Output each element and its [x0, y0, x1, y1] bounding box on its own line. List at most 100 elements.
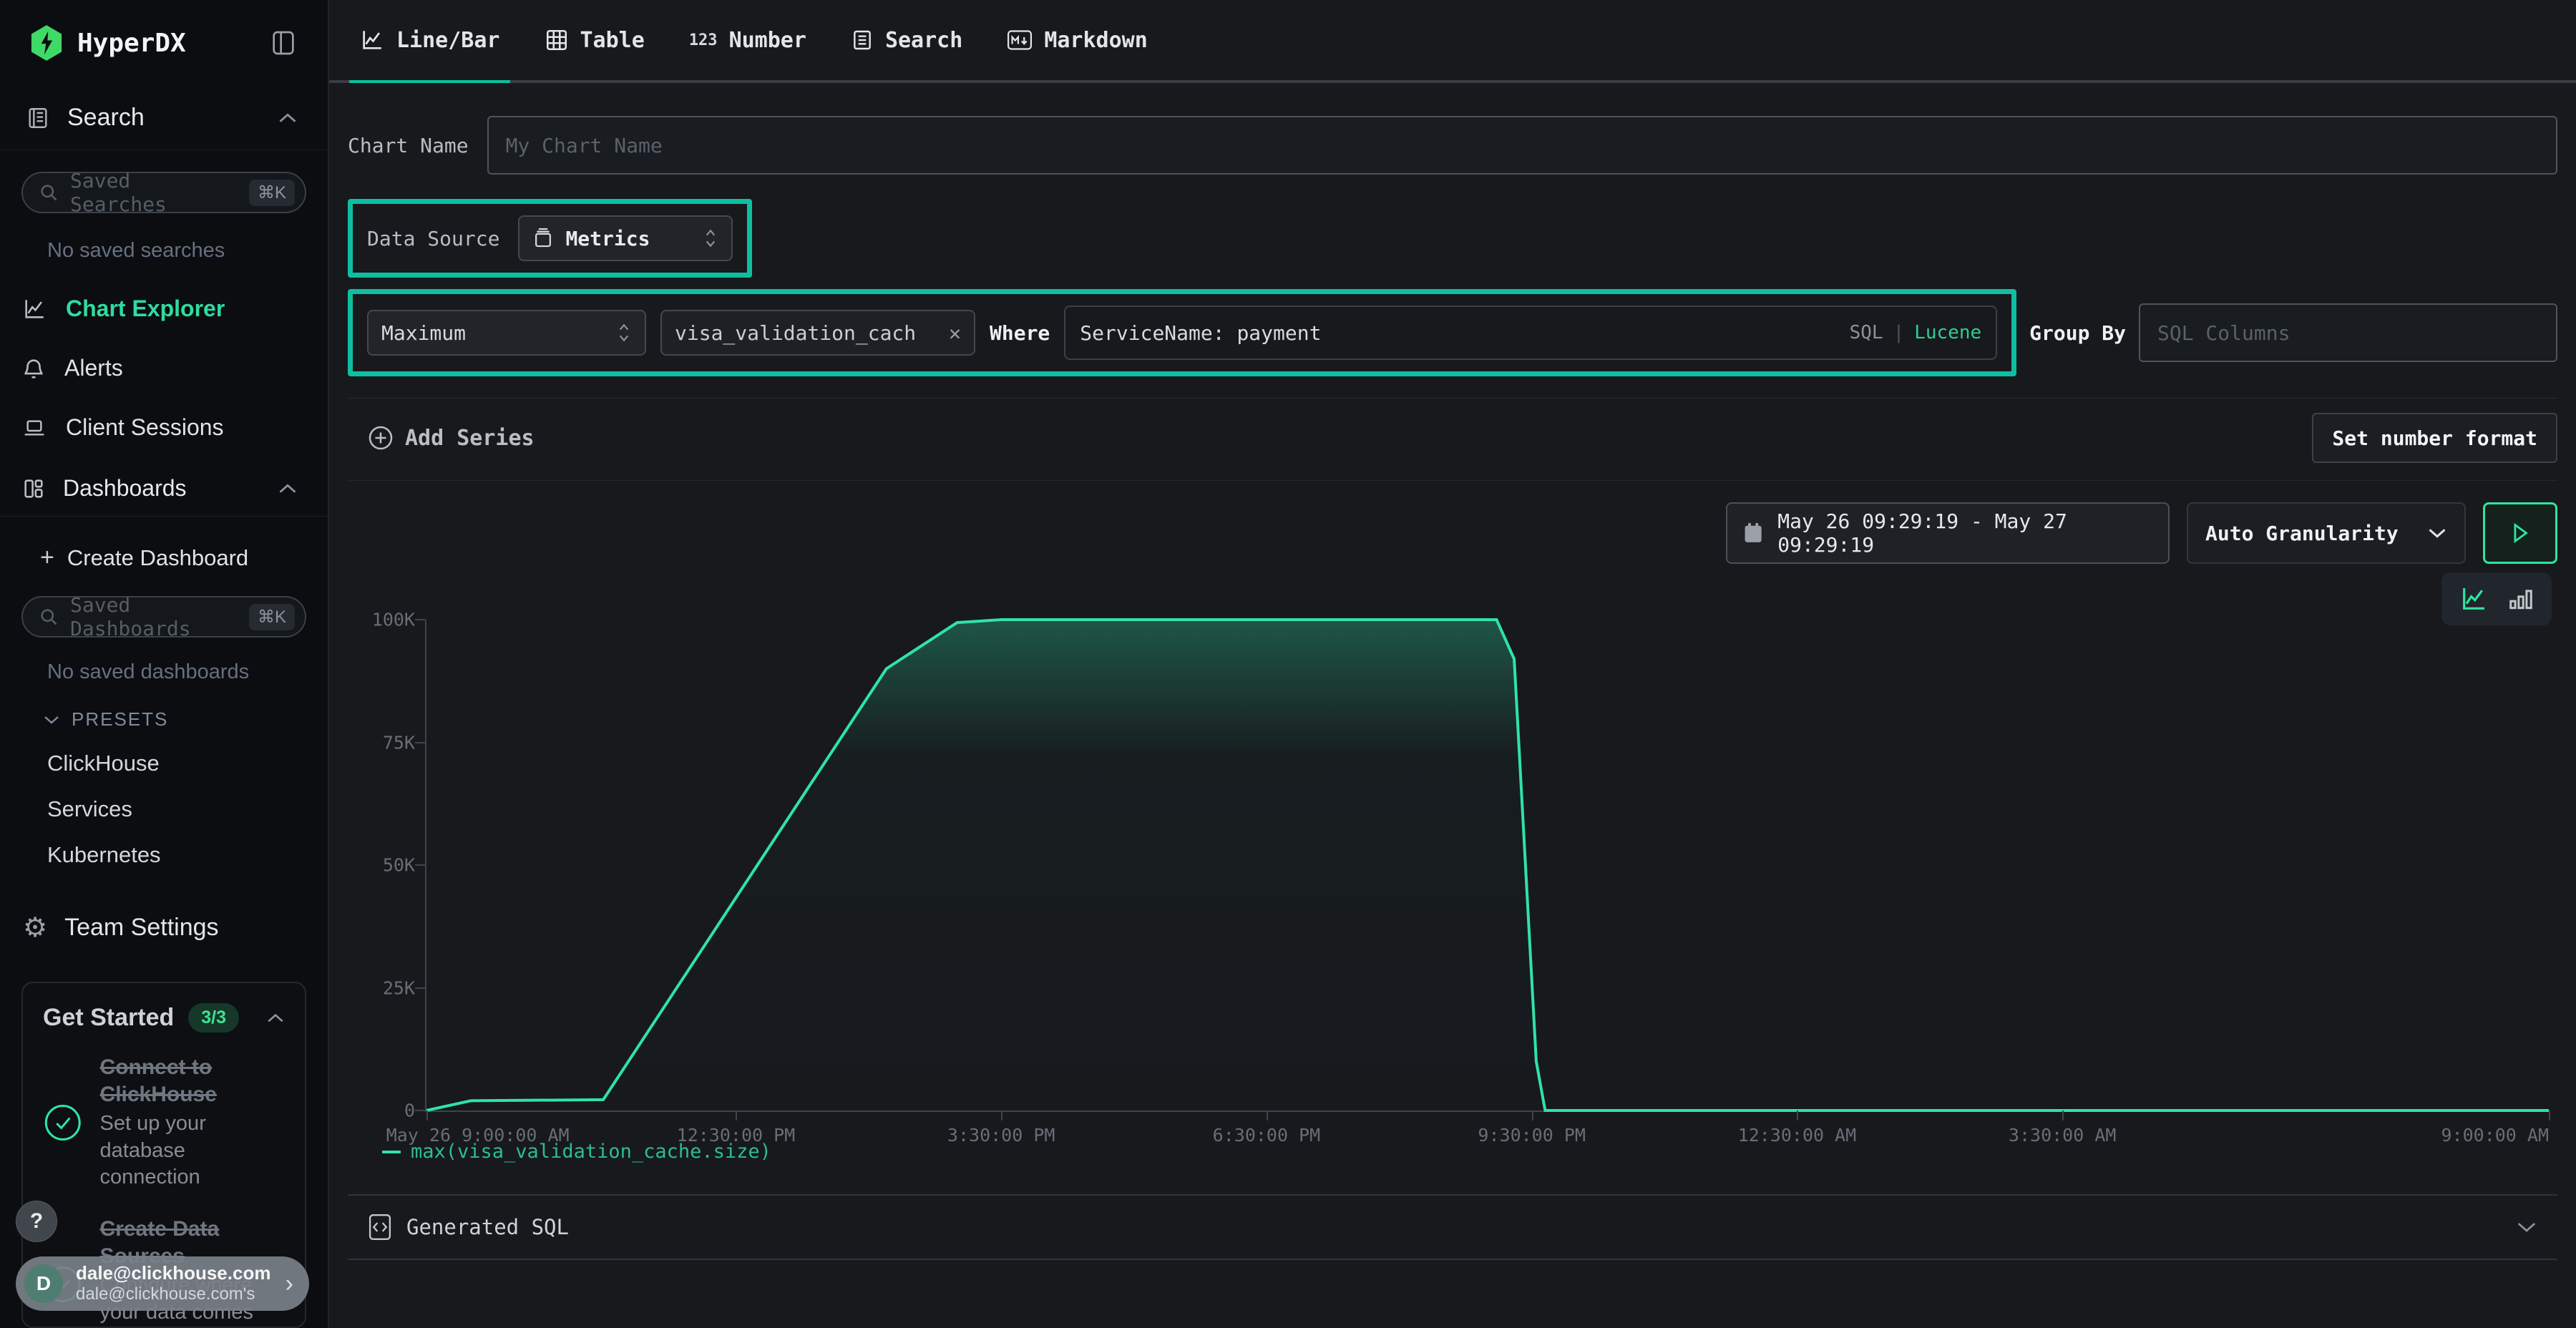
laptop-icon: [21, 416, 47, 439]
sql-language-toggle[interactable]: SQL: [1850, 322, 1883, 343]
tab-label: Search: [885, 28, 962, 53]
search-section-label: Search: [67, 104, 145, 132]
tab-markdown[interactable]: Markdown: [997, 0, 1158, 80]
chevron-up-icon[interactable]: [278, 112, 298, 125]
chart-explorer-content: Chart Name Data Source Metrics: [329, 83, 2576, 1328]
y-tick-label: 0: [404, 1100, 415, 1121]
x-tick-mark: [2062, 1110, 2064, 1120]
y-tick-mark: [415, 987, 425, 989]
chart-type-toggle: [2441, 572, 2552, 625]
saved-dashboards-placeholder: Saved Dashboards: [70, 593, 238, 640]
chart-name-input[interactable]: [487, 116, 2557, 175]
sidebar-item-clickhouse[interactable]: ClickHouse: [47, 751, 328, 776]
sidebar-item-chart-explorer[interactable]: Chart Explorer: [0, 296, 328, 322]
date-range-picker[interactable]: May 26 09:29:19 - May 27 09:29:19: [1726, 502, 2170, 564]
get-started-header[interactable]: Get Started 3/3: [43, 1003, 285, 1032]
sidebar-item-alerts[interactable]: Alerts: [0, 355, 328, 381]
plot-area[interactable]: 100K75K50K25K0May 26 9:00:00 AM12:30:00 …: [425, 620, 2549, 1112]
plus-circle-icon: [368, 425, 394, 451]
x-tick-mark: [736, 1110, 737, 1120]
granularity-value: Auto Granularity: [2205, 522, 2399, 545]
shortcut-badge: ⌘K: [249, 180, 295, 206]
series-highlight-box: Maximum visa_validation_cach ✕ Where SQL…: [348, 289, 2016, 376]
code-icon: [368, 1214, 392, 1241]
updown-chevrons-icon: [703, 228, 718, 249]
view-tabbar: Line/Bar Table 123 Number Search: [329, 0, 2576, 83]
chart-area: 100K75K50K25K0May 26 9:00:00 AM12:30:00 …: [348, 620, 2557, 1163]
x-tick-label: 6:30:00 PM: [1213, 1125, 1321, 1146]
chevron-down-icon: [2427, 527, 2447, 540]
series-area: [426, 620, 2549, 1110]
bell-icon: [21, 356, 46, 381]
sidebar-section-dashboards[interactable]: Dashboards: [0, 461, 328, 517]
check-circle-icon: [43, 1102, 83, 1143]
sidebar-section-search[interactable]: Search: [0, 86, 328, 150]
language-separator: |: [1893, 322, 1905, 343]
markdown-icon: [1007, 29, 1033, 52]
where-input-wrap: SQL | Lucene: [1064, 306, 1997, 360]
no-saved-searches-text: No saved searches: [47, 239, 328, 263]
generated-sql-label: Generated SQL: [406, 1215, 569, 1239]
granularity-select[interactable]: Auto Granularity: [2187, 502, 2466, 564]
data-source-value: Metrics: [565, 227, 650, 250]
logo[interactable]: HyperDX: [30, 25, 186, 61]
group-by-input[interactable]: [2139, 303, 2557, 362]
create-dashboard-button[interactable]: + Create Dashboard: [40, 544, 328, 572]
aggregation-select[interactable]: Maximum: [367, 310, 646, 356]
y-tick-label: 75K: [383, 732, 415, 753]
where-input[interactable]: [1080, 321, 1839, 345]
legend-swatch: [382, 1151, 401, 1153]
chevron-right-icon: ›: [286, 1270, 293, 1298]
client-sessions-label: Client Sessions: [66, 414, 224, 441]
main: Line/Bar Table 123 Number Search: [329, 0, 2576, 1328]
run-query-button[interactable]: [2483, 502, 2557, 564]
user-menu[interactable]: D dale@clickhouse.com dale@clickhouse.co…: [16, 1256, 309, 1311]
tab-number[interactable]: 123 Number: [679, 0, 816, 80]
set-number-format-button[interactable]: Set number format: [2312, 413, 2557, 463]
tab-label: Markdown: [1044, 28, 1148, 53]
tab-table[interactable]: Table: [535, 0, 655, 80]
tab-search[interactable]: Search: [841, 0, 972, 80]
updown-chevrons-icon: [616, 322, 632, 343]
chevron-up-icon[interactable]: [266, 1012, 285, 1024]
line-chart-toggle-icon[interactable]: [2459, 585, 2489, 613]
shortcut-badge: ⌘K: [249, 604, 295, 630]
metric-field-tag[interactable]: visa_validation_cach ✕: [660, 310, 975, 356]
saved-searches-placeholder: Saved Searches: [70, 169, 238, 216]
sidebar-item-services[interactable]: Services: [47, 796, 328, 822]
saved-searches-input[interactable]: Saved Searches ⌘K: [21, 172, 306, 213]
sidebar-item-kubernetes[interactable]: Kubernetes: [47, 842, 328, 868]
hyperdx-bolt-icon: [30, 25, 63, 61]
generated-sql-toggle[interactable]: Generated SQL: [348, 1194, 2557, 1260]
sidebar-collapse-icon[interactable]: [269, 28, 298, 58]
where-label: Where: [990, 321, 1050, 345]
x-tick-label: 9:30:00 PM: [1478, 1125, 1586, 1146]
sidebar-item-client-sessions[interactable]: Client Sessions: [0, 414, 328, 441]
help-button[interactable]: ?: [16, 1201, 57, 1242]
add-series-button[interactable]: Add Series: [368, 425, 535, 451]
lucene-language-toggle[interactable]: Lucene: [1914, 322, 1981, 343]
line-chart-icon: [359, 28, 385, 52]
sidebar-item-team-settings[interactable]: ⚙ Team Settings: [0, 914, 328, 942]
get-started-item[interactable]: Connect to ClickHouse Set up your databa…: [43, 1054, 285, 1191]
x-tick-label: 3:30:00 AM: [2009, 1125, 2117, 1146]
data-source-select[interactable]: Metrics: [518, 215, 733, 261]
data-source-label: Data Source: [367, 227, 499, 250]
gear-icon: ⚙: [23, 914, 47, 942]
sidebar: HyperDX Search Saved Searches ⌘K No save…: [0, 0, 329, 1328]
chevron-up-icon[interactable]: [278, 482, 298, 495]
x-tick-mark: [426, 1110, 428, 1120]
avatar: D: [24, 1264, 63, 1303]
get-started-item-title: Connect to ClickHouse: [100, 1054, 285, 1108]
x-tick-mark: [2549, 1110, 2550, 1120]
saved-dashboards-input[interactable]: Saved Dashboards ⌘K: [21, 596, 306, 638]
x-tick-mark: [1001, 1110, 1002, 1120]
tab-line-bar[interactable]: Line/Bar: [349, 0, 510, 80]
remove-metric-icon[interactable]: ✕: [949, 321, 961, 345]
series-row: Maximum visa_validation_cach ✕ Where SQL…: [348, 289, 2557, 376]
presets-label: PRESETS: [72, 708, 168, 731]
presets-toggle[interactable]: PRESETS: [43, 708, 328, 731]
user-texts: dale@clickhouse.com dale@clickhouse.com'…: [76, 1263, 270, 1304]
bar-chart-toggle-icon[interactable]: [2507, 585, 2534, 613]
aggregation-value: Maximum: [381, 321, 466, 345]
